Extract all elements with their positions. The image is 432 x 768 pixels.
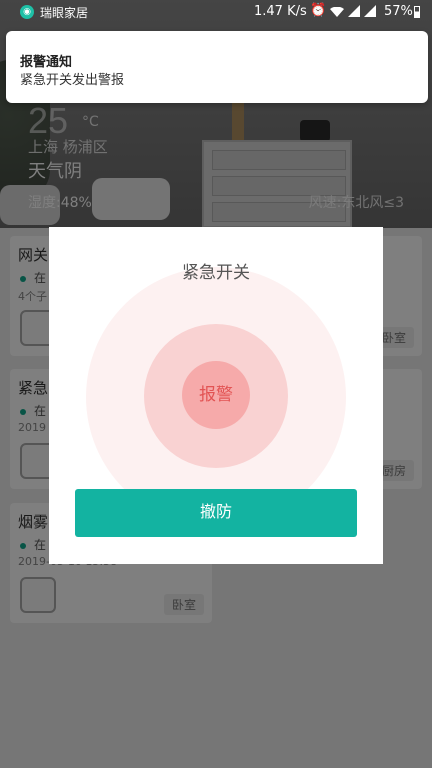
status-app-name: 瑞眼家居 <box>40 6 89 20</box>
wifi-icon <box>330 7 344 17</box>
disarm-button[interactable]: 撤防 <box>75 489 357 537</box>
notification-title: 报警通知 <box>20 55 73 70</box>
dialog-title: 紧急开关 <box>182 263 250 283</box>
battery-icon <box>414 6 420 18</box>
emergency-alarm-dialog: 紧急开关 报警 撤防 <box>49 227 383 564</box>
status-bar: ◉ 瑞眼家居 1.47 K/s ⏰ 57% <box>0 0 432 24</box>
app-logo-icon: ◉ <box>20 5 34 19</box>
alarm-status-label: 报警 <box>199 385 233 405</box>
alarm-clock-icon: ⏰ <box>310 3 327 18</box>
signal-icon <box>364 5 376 17</box>
alarm-notification[interactable]: 报警通知 紧急开关发出警报 <box>6 31 428 103</box>
network-speed: 1.47 K/s <box>254 4 307 19</box>
notification-text: 紧急开关发出警报 <box>20 73 125 88</box>
signal-icon <box>348 5 360 17</box>
battery-percent: 57% <box>384 4 413 19</box>
